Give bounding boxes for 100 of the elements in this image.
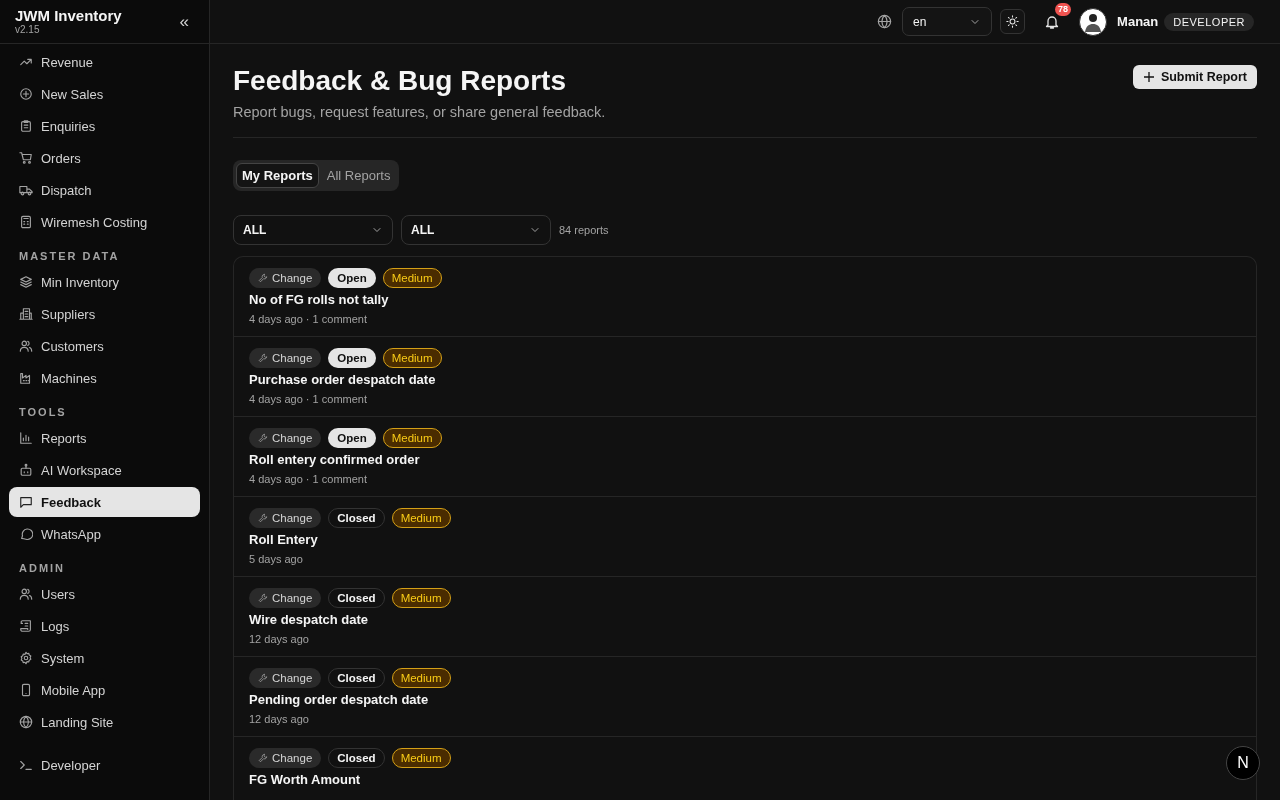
factory-icon xyxy=(19,371,33,385)
bar-chart-icon xyxy=(19,431,33,445)
report-meta: 12 days ago xyxy=(249,713,310,725)
user-name: Manan xyxy=(1117,14,1159,29)
nav-item[interactable]: Wiremesh Costing xyxy=(9,207,200,237)
avatar[interactable] xyxy=(1079,7,1108,36)
wrench-icon xyxy=(258,753,268,763)
status-badge: Open xyxy=(328,268,376,288)
nav-item[interactable]: Machines xyxy=(9,363,200,393)
report-meta: 5 days ago xyxy=(249,553,304,565)
notification-count: 78 xyxy=(1055,2,1072,16)
theme-toggle-button[interactable] xyxy=(1000,9,1026,34)
nav-item[interactable]: Users xyxy=(9,579,200,609)
nav-item[interactable]: Orders xyxy=(9,143,200,173)
status-badge: Closed xyxy=(328,508,385,528)
report-title: Roll Entery xyxy=(249,532,319,547)
submit-report-button[interactable]: Submit Report xyxy=(1132,65,1257,89)
sun-icon xyxy=(1006,15,1020,28)
nav-item[interactable]: Feedback xyxy=(9,487,200,517)
plus-icon xyxy=(1142,71,1155,83)
report-title: No of FG rolls not tally xyxy=(249,292,390,307)
filter-select[interactable]: ALL xyxy=(401,215,551,245)
nav-item[interactable]: Revenue xyxy=(9,47,200,77)
report-count: 84 reports xyxy=(559,224,609,236)
app-version: v2.15 xyxy=(15,24,41,35)
priority-badge: Medium xyxy=(391,668,451,688)
section-heading: TOOLS xyxy=(18,405,68,420)
priority-badge: Medium xyxy=(382,348,442,368)
bell-icon xyxy=(1044,13,1061,30)
priority-badge: Medium xyxy=(391,588,451,608)
clipboard-icon xyxy=(19,119,33,133)
nav-item[interactable]: Logs xyxy=(9,611,200,641)
building-icon xyxy=(19,307,33,321)
users-icon xyxy=(19,587,33,601)
nav-item[interactable]: Min Inventory xyxy=(9,267,200,297)
priority-badge: Medium xyxy=(391,508,451,528)
phone-icon xyxy=(19,683,33,697)
terminal-icon xyxy=(19,758,33,772)
globe-icon xyxy=(19,715,33,729)
status-badge: Closed xyxy=(328,588,385,608)
collapse-button[interactable]: « xyxy=(175,11,193,32)
report-meta: 12 days ago xyxy=(249,633,310,645)
app-name: JWM Inventory xyxy=(15,8,122,24)
nav-item[interactable]: WhatsApp xyxy=(9,519,200,549)
globe-icon xyxy=(877,14,893,29)
dev-tools-button[interactable]: N xyxy=(1226,746,1260,780)
report-meta: 4 days ago · 1 comment xyxy=(249,473,368,485)
status-badge: Open xyxy=(328,348,376,368)
report-title: Purchase order despatch date xyxy=(249,372,437,387)
wrench-icon xyxy=(258,513,268,523)
gear-icon xyxy=(19,651,33,665)
calculator-icon xyxy=(19,215,33,229)
section-heading: ADMIN xyxy=(18,561,67,576)
nav-item[interactable]: Enquiries xyxy=(9,111,200,141)
robot-icon xyxy=(19,463,33,477)
nav-item[interactable]: Customers xyxy=(9,331,200,361)
wrench-icon xyxy=(258,353,268,363)
nav-item[interactable]: Mobile App xyxy=(9,675,200,705)
type-badge: Change xyxy=(249,348,322,368)
report-title: Roll entery confirmed order xyxy=(249,452,421,467)
report-title: Pending order despatch date xyxy=(249,692,430,707)
nav-item[interactable]: Reports xyxy=(9,423,200,453)
type-badge: Change xyxy=(249,508,322,528)
page-subtitle: Report bugs, request features, or share general feedback. xyxy=(233,104,606,120)
truck-icon xyxy=(19,183,33,197)
language-select[interactable]: en xyxy=(902,7,993,36)
wrench-icon xyxy=(258,673,268,683)
priority-badge: Medium xyxy=(382,428,442,448)
tab[interactable]: All Reports xyxy=(320,163,397,188)
filter-select[interactable]: ALL xyxy=(233,215,393,245)
report-meta: 4 days ago · 1 comment xyxy=(249,313,368,325)
wrench-icon xyxy=(258,273,268,283)
scroll-icon xyxy=(19,619,33,633)
nav-item[interactable]: Dispatch xyxy=(9,175,200,205)
page-title: Feedback & Bug Reports xyxy=(233,64,567,97)
role-badge: DEVELOPER xyxy=(1164,12,1254,31)
wrench-icon xyxy=(258,433,268,443)
type-badge: Change xyxy=(249,428,322,448)
plus-circle-icon xyxy=(19,87,33,101)
type-badge: Change xyxy=(249,268,322,288)
status-badge: Closed xyxy=(328,748,385,768)
users-icon xyxy=(19,339,33,353)
nav-item[interactable]: AI Workspace xyxy=(9,455,200,485)
nav-item[interactable]: Developer xyxy=(9,750,200,780)
nav-item[interactable]: Landing Site xyxy=(9,707,200,737)
report-title: FG Worth Amount xyxy=(249,772,362,787)
tab[interactable]: My Reports xyxy=(236,163,319,188)
report-meta: 4 days ago · 1 comment xyxy=(249,393,368,405)
nav-item[interactable]: New Sales xyxy=(9,79,200,109)
wrench-icon xyxy=(258,593,268,603)
priority-badge: Medium xyxy=(391,748,451,768)
status-badge: Open xyxy=(328,428,376,448)
status-badge: Closed xyxy=(328,668,385,688)
nav-item[interactable]: System xyxy=(9,643,200,673)
type-badge: Change xyxy=(249,588,322,608)
type-badge: Change xyxy=(249,748,322,768)
priority-badge: Medium xyxy=(382,268,442,288)
report-title: Wire despatch date xyxy=(249,612,370,627)
type-badge: Change xyxy=(249,668,322,688)
nav-item[interactable]: Suppliers xyxy=(9,299,200,329)
